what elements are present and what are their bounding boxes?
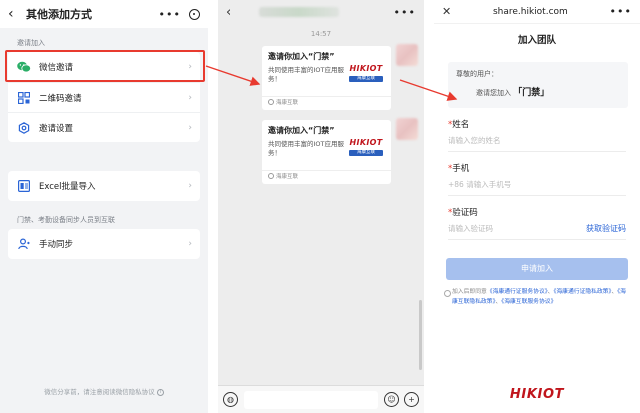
chat-timestamp: 14:57 <box>310 30 332 38</box>
more-icon[interactable]: ••• <box>159 8 181 21</box>
name-placeholder: 请输入您的姓名 <box>448 136 501 145</box>
person-sync-icon <box>17 237 31 251</box>
row-manual-sync[interactable]: 手动同步 › <box>8 229 200 259</box>
chevron-right-icon: › <box>188 122 192 133</box>
row-label: 二维码邀请 <box>39 93 82 104</box>
divider <box>262 96 391 97</box>
chevron-right-icon: › <box>188 181 192 191</box>
greeting-box: 尊敬的用户： 邀请您加入 「门禁」 <box>448 62 628 108</box>
settings-icon <box>17 121 31 135</box>
more-icon[interactable]: ••• <box>610 5 632 18</box>
logo-badge: 海康互联 <box>349 150 383 156</box>
hikiot-logo: HIKIOT 海康互联 <box>349 64 383 82</box>
field-label-text: 手机 <box>452 164 470 174</box>
row-qrcode-invite[interactable]: 二维码邀请 › <box>8 82 200 112</box>
invite-message-card[interactable]: 邀请你加入“门禁” 共同使用丰富的IOT应用服务！ HIKIOT 海康互联 海康… <box>262 46 391 110</box>
agree-prefix: 加入后即同意 <box>452 289 487 295</box>
greeting-prefix: 邀请您加入 <box>476 89 511 97</box>
chat-input[interactable] <box>244 390 378 409</box>
message-title: 邀请你加入“门禁” <box>268 52 335 61</box>
chat-nav-bar: ‹ ••• <box>218 0 424 24</box>
greeting-line2: 邀请您加入 「门禁」 <box>456 85 620 98</box>
sync-card: 手动同步 › <box>8 229 200 259</box>
code-input[interactable]: 请输入验证码 获取验证码 <box>448 218 626 240</box>
name-field: *姓名 请输入您的姓名 <box>448 118 626 152</box>
mini-program-icon <box>268 99 274 105</box>
sender-avatar[interactable] <box>396 118 418 140</box>
batch-card: Excel批量导入 › <box>8 171 200 201</box>
source-label: 海康互联 <box>276 100 299 106</box>
excel-icon <box>17 179 31 193</box>
other-add-methods-screen: ‹ 其他添加方式 ••• 邀请加入 微信邀请 › 二维码邀请 › 邀请设置 › … <box>0 0 208 413</box>
sender-avatar[interactable] <box>396 44 418 66</box>
get-code-button[interactable]: 获取验证码 <box>586 223 626 234</box>
name-input[interactable]: 请输入您的姓名 <box>448 130 626 152</box>
field-label: *姓名 <box>448 118 626 130</box>
chevron-right-icon: › <box>188 92 192 103</box>
phone-placeholder: +86 请输入手机号 <box>448 180 512 189</box>
chat-input-bar: ◍ ☺ + <box>218 385 424 413</box>
divider <box>262 170 391 171</box>
page-title: 加入团队 <box>517 35 556 46</box>
code-placeholder: 请输入验证码 <box>448 224 493 233</box>
row-excel-import[interactable]: Excel批量导入 › <box>8 171 200 201</box>
nav-bar: ‹ 其他添加方式 ••• <box>0 0 208 28</box>
message-desc: 共同使用丰富的IOT应用服务！ <box>268 66 345 83</box>
plus-icon[interactable]: + <box>404 392 419 407</box>
row-invite-settings[interactable]: 邀请设置 › <box>8 112 200 142</box>
emoji-icon[interactable]: ☺ <box>384 392 399 407</box>
close-mini-program-icon[interactable] <box>189 8 200 20</box>
message-title: 邀请你加入“门禁” <box>268 126 335 135</box>
close-icon[interactable]: ✕ <box>442 5 451 18</box>
section-label-invite: 邀请加入 <box>17 39 45 47</box>
source-label: 海康互联 <box>276 174 299 180</box>
scrollbar[interactable] <box>419 300 422 370</box>
more-icon[interactable]: ••• <box>394 6 416 19</box>
hikiot-brand-logo: HIKIOT <box>509 387 565 402</box>
service-agreement-link[interactable]: 《海康通行证服务协议》 <box>487 289 548 295</box>
chevron-right-icon: › <box>188 239 192 249</box>
row-label: 手动同步 <box>39 240 74 250</box>
privacy-policy-link[interactable]: 《海康通行证隐私政策》 <box>553 289 611 295</box>
url-text: share.hikiot.com <box>492 6 568 17</box>
field-label: *手机 <box>448 162 626 174</box>
voice-icon[interactable]: ◍ <box>223 392 238 407</box>
field-label-text: 验证码 <box>452 208 478 218</box>
row-label: Excel批量导入 <box>39 182 96 192</box>
message-source: 海康互联 <box>268 172 298 180</box>
privacy-footer-text: 微信分享前，请注意阅读微信隐私协议 <box>44 388 155 396</box>
message-source: 海康互联 <box>268 98 298 106</box>
blurred-chat-title <box>259 7 340 17</box>
invite-message-card[interactable]: 邀请你加入“门禁” 共同使用丰富的IOT应用服务！ HIKIOT 海康互联 海康… <box>262 120 391 184</box>
page-title: 其他添加方式 <box>26 8 92 21</box>
section-label-sync: 门禁、考勤设备同步人员到互联 <box>17 216 115 224</box>
back-icon[interactable]: ‹ <box>8 6 22 22</box>
logo-badge: 海康互联 <box>349 76 383 82</box>
hikiot-service-link[interactable]: 《海康互联服务协议》 <box>501 299 556 305</box>
join-team-webpage: ✕ share.hikiot.com ••• 加入团队 尊敬的用户： 邀请您加入… <box>434 0 640 413</box>
browser-url-bar: ✕ share.hikiot.com ••• <box>434 0 640 24</box>
greeting-line1: 尊敬的用户： <box>456 70 498 78</box>
info-icon: i <box>156 388 164 396</box>
agreement-text[interactable]: 加入后即同意《海康通行证服务协议》、《海康通行证隐私政策》、《海康互联隐私政策》… <box>444 288 626 308</box>
apply-join-button[interactable]: 申请加入 <box>446 258 628 280</box>
team-name: 「门禁」 <box>513 88 550 98</box>
row-label: 邀请设置 <box>39 123 74 134</box>
logo-text: HIKIOT <box>349 64 383 73</box>
qrcode-icon <box>17 91 31 105</box>
logo-text: HIKIOT <box>349 138 383 147</box>
mini-program-icon <box>268 173 274 179</box>
highlight-box-wechat-invite <box>5 50 205 82</box>
wechat-chat-screen: ‹ ••• 14:57 邀请你加入“门禁” 共同使用丰富的IOT应用服务！ HI… <box>218 0 424 413</box>
privacy-footer: 微信分享前，请注意阅读微信隐私协议 i <box>0 386 208 396</box>
message-desc: 共同使用丰富的IOT应用服务！ <box>268 140 345 157</box>
phone-input[interactable]: +86 请输入手机号 <box>448 174 626 196</box>
field-label: *验证码 <box>448 206 626 218</box>
field-label-text: 姓名 <box>452 120 470 130</box>
code-field: *验证码 请输入验证码 获取验证码 <box>448 206 626 240</box>
screenshot-stage: ‹ 其他添加方式 ••• 邀请加入 微信邀请 › 二维码邀请 › 邀请设置 › … <box>0 0 640 413</box>
hikiot-logo: HIKIOT 海康互联 <box>349 138 383 156</box>
back-icon[interactable]: ‹ <box>226 5 231 20</box>
phone-field: *手机 +86 请输入手机号 <box>448 162 626 196</box>
